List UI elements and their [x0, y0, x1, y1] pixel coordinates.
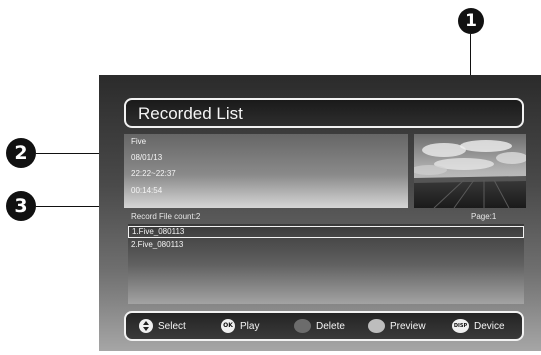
hint-select: Select	[139, 319, 186, 333]
navigation-arrows-icon	[139, 319, 153, 333]
preview-window	[414, 134, 526, 208]
hint-device: DISP Device	[452, 319, 505, 333]
color-key-dark-icon	[294, 319, 311, 333]
ok-key-icon: OK	[221, 319, 235, 333]
hint-select-label: Select	[158, 320, 186, 332]
record-file-count: Record File count:2	[131, 212, 201, 221]
hint-play-label: Play	[240, 320, 260, 332]
hint-delete: Delete	[294, 319, 345, 333]
info-date: 08/01/13	[131, 153, 163, 162]
list-item[interactable]: 1.Five_080113	[128, 226, 524, 238]
disp-key-icon: DISP	[452, 319, 469, 333]
manual-page: 1 2 3 Recorded List Five 08/01/13 22:22~…	[0, 0, 541, 355]
hint-preview-label: Preview	[390, 320, 426, 332]
tv-screen: Recorded List Five 08/01/13 22:22~22:37 …	[99, 75, 541, 351]
hint-preview: Preview	[368, 319, 426, 333]
info-channel-name: Five	[131, 137, 147, 146]
callout-2: 2	[6, 138, 36, 168]
page-title: Recorded List	[138, 104, 243, 123]
title-bar: Recorded List	[124, 98, 524, 128]
info-duration: 00:14:54	[131, 186, 163, 195]
hint-play: OK Play	[221, 319, 259, 333]
page-indicator: Page:1	[471, 212, 497, 221]
info-time-range: 22:22~22:37	[131, 169, 176, 178]
hint-delete-label: Delete	[316, 320, 345, 332]
recorded-file-list: 1.Five_080113 2.Five_080113	[128, 224, 524, 304]
callout-1: 1	[458, 8, 484, 34]
color-key-light-icon	[368, 319, 385, 333]
recording-info-panel: Five 08/01/13 22:22~22:37 00:14:54	[124, 134, 408, 208]
landscape-preview-image	[414, 134, 526, 208]
list-item[interactable]: 2.Five_080113	[128, 239, 522, 251]
callout-3: 3	[6, 191, 36, 221]
button-hint-bar: Select OK Play Delete Preview DISP Devic…	[124, 311, 524, 341]
hint-device-label: Device	[474, 320, 505, 332]
